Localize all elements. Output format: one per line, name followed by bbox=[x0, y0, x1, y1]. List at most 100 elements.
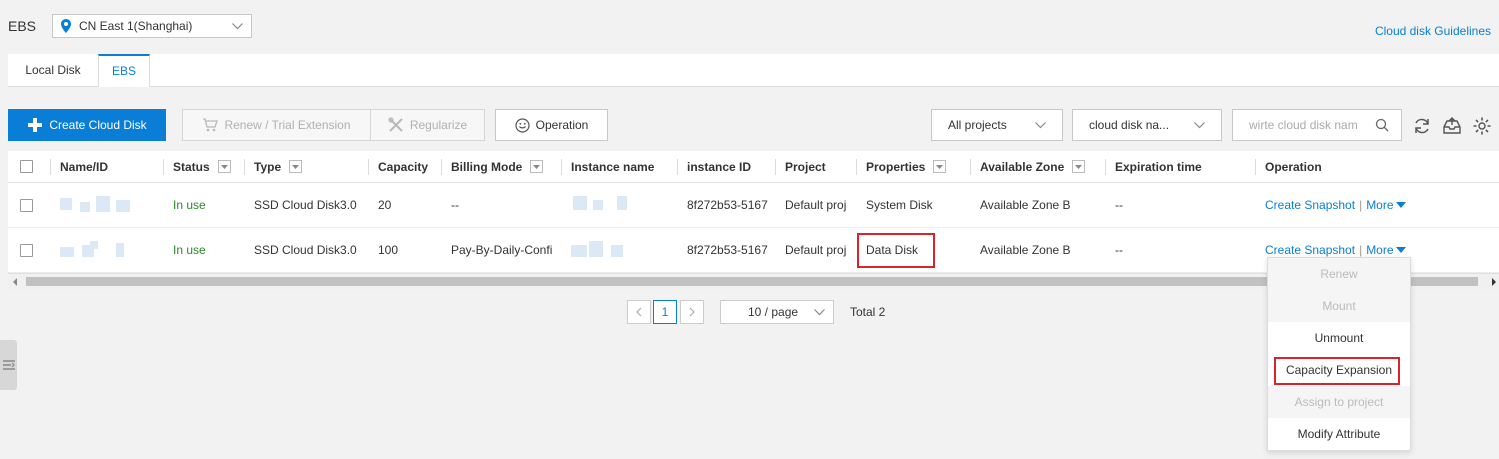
billing-mode: Pay-By-Daily-Confi bbox=[451, 243, 553, 257]
expiration-time: -- bbox=[1115, 198, 1123, 212]
instance-id: 8f272b53-5167 bbox=[687, 243, 768, 257]
more-dropdown-trigger[interactable]: More bbox=[1366, 198, 1406, 212]
filter-icon[interactable] bbox=[1072, 160, 1086, 173]
menu-item-capacity-expansion[interactable]: Capacity Expansion bbox=[1268, 354, 1410, 386]
col-billing-mode[interactable]: Billing Mode bbox=[451, 151, 544, 182]
col-properties[interactable]: Properties bbox=[866, 151, 947, 182]
available-zone: Available Zone B bbox=[980, 198, 1071, 212]
chevron-down-icon bbox=[1194, 121, 1205, 128]
instance-name-redacted[interactable] bbox=[571, 183, 643, 227]
disk-name-redacted[interactable] bbox=[60, 183, 132, 227]
create-snapshot-link[interactable]: Create Snapshot bbox=[1265, 198, 1355, 212]
search-field-select-value: cloud disk na... bbox=[1089, 118, 1170, 132]
region-select[interactable]: CN East 1(Shanghai) bbox=[52, 14, 252, 38]
menu-expand-icon bbox=[2, 360, 15, 370]
status-in-use: In use bbox=[173, 198, 206, 212]
search-input[interactable] bbox=[1249, 118, 1371, 132]
filter-icon[interactable] bbox=[530, 160, 544, 173]
tab-local-disk[interactable]: Local Disk bbox=[8, 54, 98, 87]
cloud-disk-guidelines-link[interactable]: Cloud disk Guidelines bbox=[1375, 24, 1491, 38]
menu-item-modify-attribute[interactable]: Modify Attribute bbox=[1268, 418, 1410, 450]
row-checkbox[interactable] bbox=[20, 243, 33, 257]
total-count: Total 2 bbox=[850, 305, 886, 319]
disk-properties: Data Disk bbox=[866, 243, 919, 257]
filter-icon[interactable] bbox=[289, 160, 303, 173]
col-instance-id[interactable]: instance ID bbox=[687, 151, 751, 182]
billing-mode: -- bbox=[451, 198, 459, 212]
page-size-select[interactable]: 10 / page bbox=[720, 300, 834, 324]
column-separator bbox=[50, 159, 51, 175]
scroll-right-arrow-icon[interactable] bbox=[1492, 278, 1496, 286]
col-instance-name[interactable]: Instance name bbox=[571, 151, 654, 182]
filter-icon[interactable] bbox=[217, 160, 231, 173]
col-status-label: Status bbox=[173, 159, 210, 174]
disk-name-redacted[interactable] bbox=[60, 228, 132, 272]
col-type-label: Type bbox=[254, 159, 282, 174]
disk-capacity: 100 bbox=[378, 243, 399, 257]
col-expiration-time[interactable]: Expiration time bbox=[1115, 151, 1202, 182]
operation-separator: | bbox=[1359, 198, 1363, 212]
available-zone: Available Zone B bbox=[980, 243, 1071, 257]
smiley-icon bbox=[515, 117, 530, 133]
instance-name-redacted[interactable] bbox=[571, 228, 643, 272]
page-number-current[interactable]: 1 bbox=[653, 300, 677, 324]
menu-item-unmount[interactable]: Unmount bbox=[1268, 322, 1410, 354]
col-operation: Operation bbox=[1265, 159, 1322, 174]
filter-icon[interactable] bbox=[933, 160, 947, 173]
regularize-button[interactable]: Regularize bbox=[370, 109, 485, 141]
search-icon[interactable] bbox=[1375, 118, 1389, 132]
projects-select[interactable]: All projects bbox=[931, 109, 1063, 141]
triangle-down-icon bbox=[1395, 247, 1406, 253]
disk-properties: System Disk bbox=[866, 198, 933, 212]
disk-tabs: Local Disk EBS bbox=[8, 54, 1499, 88]
create-snapshot-link[interactable]: Create Snapshot bbox=[1265, 243, 1355, 257]
menu-item-mount[interactable]: Mount bbox=[1268, 290, 1410, 322]
tools-icon bbox=[388, 117, 403, 132]
more-dropdown-trigger[interactable]: More bbox=[1366, 243, 1406, 257]
scrollbar-thumb[interactable] bbox=[26, 277, 1478, 286]
column-separator bbox=[561, 159, 562, 175]
more-actions-menu: Renew Mount Unmount Capacity Expansion A… bbox=[1267, 257, 1411, 451]
prev-page-button[interactable] bbox=[627, 300, 651, 324]
instance-id: 8f272b53-5167 bbox=[687, 198, 768, 212]
export-icon[interactable] bbox=[1442, 116, 1462, 136]
search-field-select[interactable]: cloud disk na... bbox=[1072, 109, 1222, 141]
renew-trial-extension-button[interactable]: Renew / Trial Extension bbox=[182, 109, 371, 141]
sidebar-toggle-handle[interactable] bbox=[0, 340, 17, 390]
row-checkbox[interactable] bbox=[20, 198, 33, 212]
next-page-button[interactable] bbox=[680, 300, 704, 324]
gear-icon[interactable] bbox=[1472, 116, 1492, 136]
select-all-checkbox-cell bbox=[20, 151, 33, 182]
more-label: More bbox=[1366, 198, 1394, 212]
redacted-block bbox=[571, 196, 643, 214]
project: Default proj bbox=[785, 243, 847, 257]
redacted-block bbox=[60, 196, 132, 214]
column-separator bbox=[368, 159, 369, 175]
col-project[interactable]: Project bbox=[785, 151, 826, 182]
cloud-disk-table: Name/ID Status Type Capacity Billing Mod… bbox=[8, 151, 1499, 273]
tab-ebs[interactable]: EBS bbox=[98, 54, 150, 88]
column-separator bbox=[1255, 159, 1256, 175]
select-all-checkbox[interactable] bbox=[20, 160, 33, 173]
chevron-down-icon bbox=[1035, 121, 1046, 128]
col-type[interactable]: Type bbox=[254, 151, 303, 182]
column-separator bbox=[970, 159, 971, 175]
scroll-left-arrow-icon[interactable] bbox=[13, 278, 17, 286]
column-separator bbox=[441, 159, 442, 175]
col-status[interactable]: Status bbox=[173, 151, 231, 182]
menu-item-renew[interactable]: Renew bbox=[1268, 258, 1410, 290]
chevron-right-icon bbox=[689, 307, 695, 317]
create-cloud-disk-label: Create Cloud Disk bbox=[49, 118, 147, 132]
column-separator bbox=[677, 159, 678, 175]
refresh-icon[interactable] bbox=[1412, 116, 1432, 136]
column-separator bbox=[1105, 159, 1106, 175]
create-cloud-disk-button[interactable]: Create Cloud Disk bbox=[8, 109, 166, 141]
col-properties-label: Properties bbox=[866, 159, 926, 174]
operation-button[interactable]: Operation bbox=[495, 109, 608, 141]
column-separator bbox=[856, 159, 857, 175]
col-capacity[interactable]: Capacity bbox=[378, 151, 428, 182]
project: Default proj bbox=[785, 198, 847, 212]
menu-item-assign-to-project[interactable]: Assign to project bbox=[1268, 386, 1410, 418]
col-available-zone[interactable]: Available Zone bbox=[980, 151, 1086, 182]
col-name-id[interactable]: Name/ID bbox=[60, 151, 108, 182]
